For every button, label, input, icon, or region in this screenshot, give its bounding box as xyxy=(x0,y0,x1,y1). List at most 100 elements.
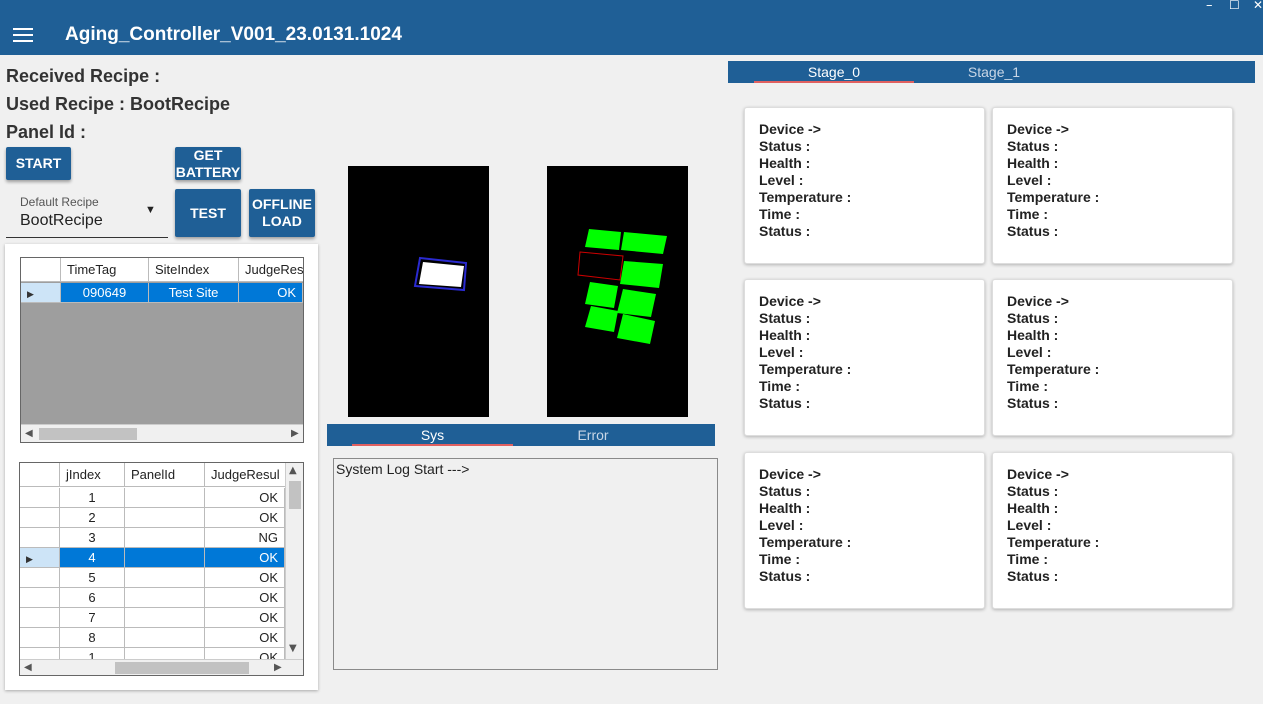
device-field-label: Time : xyxy=(759,378,800,394)
recipe-select[interactable]: Default Recipe BootRecipe ▼ xyxy=(6,190,168,238)
device-field-label: Temperature : xyxy=(1007,361,1100,377)
cell-panelid xyxy=(125,608,205,628)
panel-id-label: Panel Id : xyxy=(6,122,87,142)
device-field-label: Health : xyxy=(1007,155,1059,171)
scroll-down-icon[interactable]: ▼ xyxy=(289,643,297,654)
device-field-label: Level : xyxy=(759,344,804,360)
table-row[interactable]: 2 OK xyxy=(20,508,285,528)
device-field-label: Device -> xyxy=(759,121,821,137)
start-button-label: START xyxy=(15,155,62,171)
device-field-label: Status : xyxy=(1007,138,1059,154)
device-field-label: Health : xyxy=(759,327,811,343)
column-header-panelid[interactable]: PanelId xyxy=(125,463,205,487)
device-field-label: Level : xyxy=(1007,517,1052,533)
cell-judge: OK xyxy=(205,588,285,608)
device-field-label: Status : xyxy=(1007,568,1059,584)
cell-index: 6 xyxy=(60,588,125,608)
table-row[interactable]: 3 NG xyxy=(20,528,285,548)
scroll-right-icon[interactable]: ▶ xyxy=(291,428,299,439)
camera-view-right xyxy=(547,166,688,417)
detected-panel xyxy=(419,262,464,287)
device-field-label: Time : xyxy=(759,206,800,222)
device-field-label: Health : xyxy=(1007,327,1059,343)
start-button[interactable]: START xyxy=(6,147,71,180)
column-header-judgeresult[interactable]: JudgeResul xyxy=(205,463,287,487)
menu-icon[interactable] xyxy=(13,28,33,44)
detected-cell-ng xyxy=(577,251,624,281)
get-battery-button[interactable]: GET BATTERY xyxy=(175,147,241,180)
device-field-label: Device -> xyxy=(759,293,821,309)
tab-stage-0[interactable]: Stage_0 xyxy=(754,61,914,83)
column-header-jindex[interactable]: jIndex xyxy=(60,463,125,487)
table-row[interactable]: 6 OK xyxy=(20,588,285,608)
camera-view-left xyxy=(348,166,489,417)
device-field-label: Status : xyxy=(759,138,811,154)
cell-siteindex: Test Site xyxy=(149,283,239,303)
row-header-corner xyxy=(21,258,61,282)
minimize-button[interactable]: – xyxy=(1206,0,1213,13)
system-log-area[interactable]: System Log Start ---> xyxy=(333,458,718,670)
cell-timetag: 090649 xyxy=(61,283,149,303)
cell-index: 2 xyxy=(60,508,125,528)
row-header xyxy=(20,488,60,508)
device-field-label: Time : xyxy=(1007,378,1048,394)
device-field-label: Device -> xyxy=(1007,293,1069,309)
scroll-up-icon[interactable]: ▲ xyxy=(289,465,297,476)
table-row[interactable]: ▶ 4 OK xyxy=(20,548,285,568)
device-field-label: Level : xyxy=(1007,344,1052,360)
horizontal-scrollbar[interactable]: ◀ ▶ xyxy=(21,424,303,442)
table-row[interactable]: 1 OK xyxy=(20,488,285,508)
scroll-left-icon[interactable]: ◀ xyxy=(24,662,32,673)
device-field-label: Temperature : xyxy=(1007,534,1100,550)
recipe-select-value: BootRecipe xyxy=(20,212,103,229)
row-pointer-icon: ▶ xyxy=(26,554,33,564)
tab-stage-1[interactable]: Stage_1 xyxy=(914,61,1074,83)
device-card: Device -> Status : Health : Level : Temperat… xyxy=(992,107,1233,264)
device-card: Device -> Status : Health : Level : Temperat… xyxy=(992,452,1233,609)
offline-load-button[interactable]: OFFLINE LOAD xyxy=(249,189,315,237)
site-result-grid[interactable]: TimeTag SiteIndex JudgeRes ▶ 090649 Test… xyxy=(20,257,304,443)
recipe-select-caption: Default Recipe xyxy=(20,195,99,209)
device-field-label: Status : xyxy=(1007,223,1059,239)
row-header xyxy=(20,528,60,548)
vertical-scrollbar[interactable]: ▲ ▼ xyxy=(285,463,303,659)
cell-panelid xyxy=(125,528,205,548)
panel-result-grid[interactable]: jIndex PanelId JudgeResul 1 OK 2 OK 3 NG ▶ 4 OK 5… xyxy=(19,462,304,676)
close-button[interactable]: ✕ xyxy=(1253,0,1263,13)
horizontal-scrollbar[interactable]: ◀ ▶ xyxy=(20,659,303,675)
device-field-label: Device -> xyxy=(1007,466,1069,482)
scroll-right-icon[interactable]: ▶ xyxy=(274,662,282,673)
table-row[interactable]: 8 OK xyxy=(20,628,285,648)
cell-panelid xyxy=(125,548,205,568)
cell-panelid xyxy=(125,568,205,588)
tab-error[interactable]: Error xyxy=(513,424,673,446)
window-frame: – ☐ ✕ xyxy=(0,0,1263,15)
table-row[interactable]: ▶ 090649 Test Site OK xyxy=(21,283,303,303)
detected-cell xyxy=(617,289,656,317)
device-field-label: Device -> xyxy=(759,466,821,482)
device-field-label: Time : xyxy=(1007,206,1048,222)
scroll-thumb[interactable] xyxy=(289,481,301,509)
device-field-label: Status : xyxy=(759,310,811,326)
detected-cell xyxy=(621,232,667,254)
test-button[interactable]: TEST xyxy=(175,189,241,237)
cell-judge: OK xyxy=(205,488,285,508)
test-button-label: TEST xyxy=(190,204,226,221)
scroll-thumb[interactable] xyxy=(39,428,137,440)
row-header: ▶ xyxy=(20,548,60,568)
cell-judge: OK xyxy=(205,568,285,588)
tab-sys[interactable]: Sys xyxy=(352,424,513,446)
device-field-label: Status : xyxy=(759,568,811,584)
scroll-left-icon[interactable]: ◀ xyxy=(25,428,33,439)
maximize-button[interactable]: ☐ xyxy=(1229,0,1240,13)
column-header-timetag[interactable]: TimeTag xyxy=(61,258,149,282)
table-row[interactable]: 7 OK xyxy=(20,608,285,628)
device-field-label: Health : xyxy=(759,155,811,171)
column-header-siteindex[interactable]: SiteIndex xyxy=(149,258,239,282)
scroll-thumb[interactable] xyxy=(115,662,249,674)
column-header-judgeres[interactable]: JudgeRes xyxy=(239,258,303,282)
table-row[interactable]: 5 OK xyxy=(20,568,285,588)
cell-index: 1 xyxy=(60,488,125,508)
detected-cell xyxy=(585,229,621,250)
stage-tab-bar: Stage_0 Stage_1 xyxy=(728,61,1255,83)
